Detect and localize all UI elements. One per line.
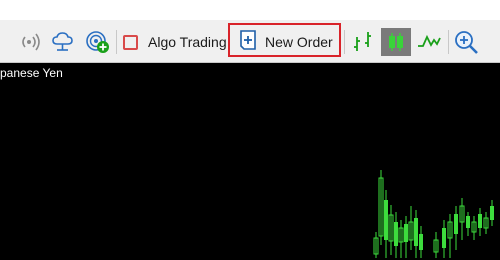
candle bbox=[478, 208, 482, 236]
candlestick-series bbox=[373, 170, 494, 258]
candle bbox=[466, 212, 470, 236]
candle bbox=[388, 205, 394, 255]
candle bbox=[414, 210, 418, 258]
candle bbox=[471, 216, 477, 240]
candle bbox=[447, 214, 453, 258]
candle bbox=[483, 212, 489, 234]
candle bbox=[442, 220, 446, 258]
candle bbox=[373, 232, 379, 258]
candle bbox=[419, 226, 423, 258]
candle bbox=[384, 190, 388, 258]
candle bbox=[490, 200, 494, 226]
candle bbox=[404, 216, 408, 258]
candle bbox=[408, 206, 414, 250]
candle bbox=[433, 232, 439, 258]
candle bbox=[398, 220, 404, 258]
candle bbox=[459, 198, 465, 240]
candle bbox=[394, 212, 398, 258]
candle bbox=[378, 170, 384, 245]
candle bbox=[454, 206, 458, 250]
